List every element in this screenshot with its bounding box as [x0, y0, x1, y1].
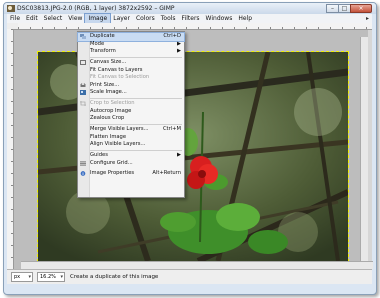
- menu-item-label: Guides: [90, 152, 108, 158]
- menu-item-zealous-crop[interactable]: Zealous Crop: [78, 115, 184, 123]
- menu-item-scale-image[interactable]: Scale Image...: [78, 89, 184, 97]
- gimp-app-icon: [7, 5, 15, 12]
- image-workspace: [7, 23, 373, 269]
- menu-view[interactable]: View: [65, 14, 85, 23]
- menu-help[interactable]: Help: [235, 14, 255, 23]
- submenu-arrow-icon: ▶: [177, 152, 181, 158]
- menu-select[interactable]: Select: [41, 14, 66, 23]
- menu-item-label: Image Properties: [90, 170, 135, 176]
- unit-value: px: [14, 274, 21, 280]
- menu-item-label: Zealous Crop: [90, 115, 125, 121]
- submenu-arrow-icon: ▶: [177, 40, 181, 47]
- menu-item-crop-selection: Crop to Selection: [78, 100, 184, 108]
- menu-item-guides[interactable]: Guides ▶: [78, 152, 184, 160]
- menu-item-fit-canvas-layers[interactable]: Fit Canvas to Layers: [78, 67, 184, 75]
- canvas-size-icon: [80, 60, 86, 65]
- menu-item-shortcut: Ctrl+M: [162, 126, 181, 132]
- menu-item-label: Flatten Image: [90, 133, 127, 140]
- zoom-value: 16.2%: [40, 274, 56, 280]
- window-title: DSC03813.JPG-2.0 (RGB, 1 layer) 3872x259…: [17, 5, 175, 12]
- info-icon: [80, 171, 86, 176]
- gimp-window: DSC03813.JPG-2.0 (RGB, 1 layer) 3872x259…: [3, 2, 377, 295]
- menu-item-label: Fit Canvas to Layers: [90, 66, 143, 73]
- menu-item-print-size[interactable]: Print Size...: [78, 82, 184, 90]
- status-message: Create a duplicate of this image: [70, 274, 159, 280]
- menu-item-label: Duplicate: [90, 33, 115, 39]
- menu-separator: [90, 150, 182, 151]
- image-menu-dropdown: Duplicate Ctrl+D Mode ▶ Transform ▶ Canv…: [77, 31, 185, 198]
- menu-edit[interactable]: Edit: [23, 14, 41, 23]
- chevron-down-icon: ▾: [60, 274, 63, 280]
- window-controls: – □ ×: [326, 4, 372, 13]
- horizontal-scrollbar[interactable]: [21, 261, 373, 269]
- scale-image-icon: [80, 90, 86, 95]
- grid-icon: [80, 161, 86, 166]
- print-size-icon: [80, 82, 86, 87]
- menu-item-mode[interactable]: Mode ▶: [78, 41, 184, 49]
- menu-filters[interactable]: Filters: [179, 14, 203, 23]
- menu-image[interactable]: Image: [84, 13, 112, 24]
- vertical-ruler[interactable]: [7, 29, 14, 269]
- menu-item-label: Fit Canvas to Selection: [90, 74, 150, 80]
- menu-tools[interactable]: Tools: [158, 14, 179, 23]
- duplicate-icon: [80, 34, 86, 39]
- title-bar[interactable]: DSC03813.JPG-2.0 (RGB, 1 layer) 3872x259…: [4, 3, 376, 14]
- menu-navigate-icon[interactable]: ▸: [366, 15, 369, 22]
- menu-separator: [90, 98, 182, 99]
- menu-bar: File Edit Select View Image Layer Colors…: [7, 13, 372, 24]
- menu-item-image-properties[interactable]: Image Properties Alt+Return: [78, 170, 184, 178]
- menu-item-label: Align Visible Layers...: [90, 141, 146, 147]
- menu-item-label: Configure Grid...: [90, 160, 133, 166]
- menu-item-shortcut: Alt+Return: [152, 170, 181, 176]
- menu-item-transform[interactable]: Transform ▶: [78, 48, 184, 56]
- menu-item-flatten[interactable]: Flatten Image: [78, 134, 184, 142]
- canvas-area[interactable]: [14, 30, 373, 269]
- menu-item-label: Autocrop Image: [90, 107, 132, 114]
- status-bar: px ▾ 16.2% ▾ Create a duplicate of this …: [7, 269, 372, 284]
- menu-item-merge-visible[interactable]: Merge Visible Layers... Ctrl+M: [78, 126, 184, 134]
- menu-separator: [90, 124, 182, 125]
- unit-selector[interactable]: px ▾: [11, 272, 33, 282]
- menu-item-canvas-size[interactable]: Canvas Size...: [78, 59, 184, 67]
- menu-file[interactable]: File: [7, 14, 23, 23]
- menu-item-align-visible[interactable]: Align Visible Layers...: [78, 141, 184, 149]
- menu-item-label: Transform: [90, 48, 116, 54]
- menu-item-label: Print Size...: [90, 81, 120, 88]
- close-button[interactable]: ×: [350, 4, 372, 13]
- menu-item-autocrop[interactable]: Autocrop Image: [78, 108, 184, 116]
- vertical-scrollbar[interactable]: [360, 37, 368, 269]
- menu-item-label: Mode: [90, 40, 105, 47]
- menu-item-shortcut: Ctrl+D: [163, 33, 181, 39]
- crop-icon: [80, 101, 86, 106]
- menu-item-label: Crop to Selection: [90, 100, 135, 106]
- menu-item-duplicate[interactable]: Duplicate Ctrl+D: [77, 32, 185, 42]
- submenu-arrow-icon: ▶: [177, 48, 181, 54]
- zoom-selector[interactable]: 16.2% ▾: [37, 272, 65, 282]
- menu-layer[interactable]: Layer: [110, 14, 133, 23]
- menu-separator: [90, 57, 182, 58]
- menu-colors[interactable]: Colors: [133, 14, 158, 23]
- menu-item-label: Scale Image...: [90, 89, 127, 95]
- menu-item-label: Merge Visible Layers...: [90, 126, 149, 132]
- menu-windows[interactable]: Windows: [203, 14, 236, 23]
- menu-item-configure-grid[interactable]: Configure Grid...: [78, 160, 184, 168]
- horizontal-ruler[interactable]: [18, 23, 372, 30]
- menu-item-fit-canvas-selection: Fit Canvas to Selection: [78, 74, 184, 82]
- menu-item-label: Canvas Size...: [90, 59, 127, 65]
- chevron-down-icon: ▾: [28, 274, 31, 280]
